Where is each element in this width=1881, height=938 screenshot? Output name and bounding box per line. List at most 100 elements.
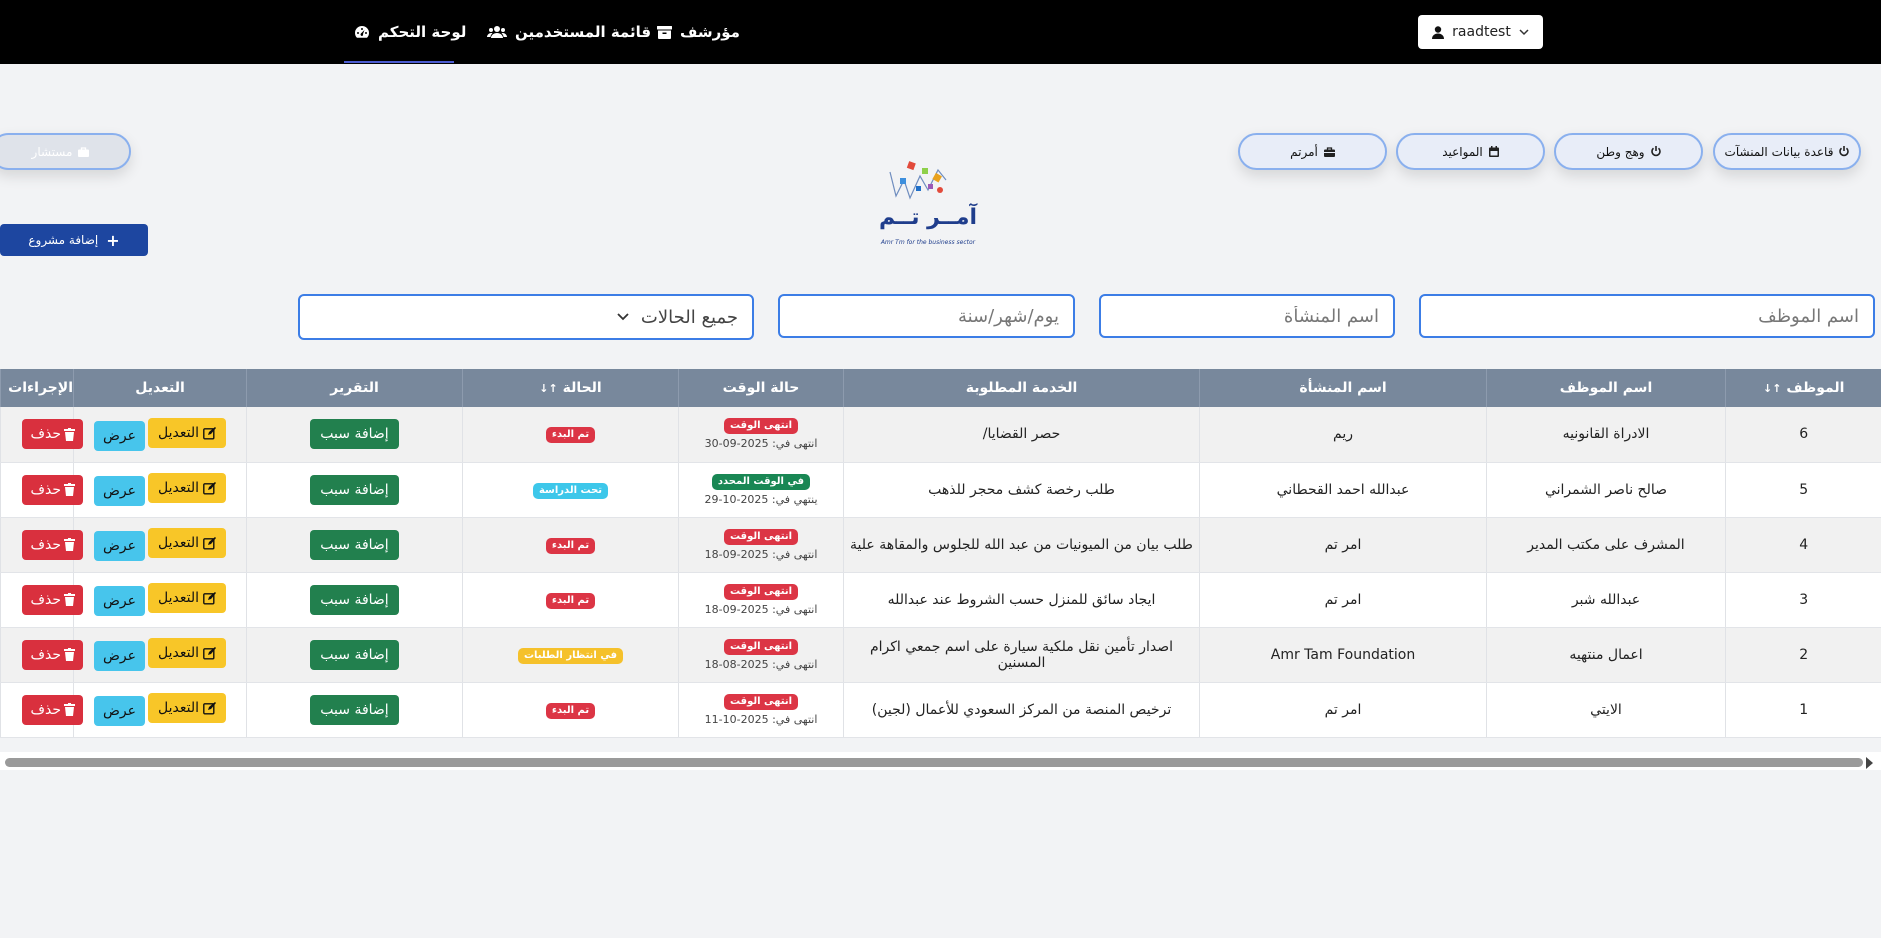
edit-button[interactable]: التعديل	[148, 583, 226, 614]
col-status[interactable]: الحالة ↑↓	[462, 369, 679, 407]
cell-report: إضافة سبب	[246, 517, 463, 573]
col-employee-id[interactable]: الموظف ↑↓	[1725, 369, 1881, 407]
add-reason-button[interactable]: إضافة سبب	[310, 474, 399, 505]
amrtam-button[interactable]: أمرتم	[1238, 133, 1387, 170]
delete-button[interactable]: حذف	[22, 529, 83, 560]
expiry-text: انتهى في: 2025-09-18	[704, 547, 818, 561]
add-reason-button[interactable]: إضافة سبب	[310, 529, 399, 560]
edit-label: التعديل	[158, 425, 199, 441]
cell-facility: امر تم	[1199, 682, 1487, 738]
cell-report: إضافة سبب	[246, 572, 463, 628]
add-reason-button[interactable]: إضافة سبب	[310, 694, 399, 725]
delete-button[interactable]: حذف	[22, 694, 83, 725]
calendar-icon	[1488, 146, 1499, 157]
delete-button[interactable]: حذف	[22, 584, 83, 615]
username: raadtest	[1452, 24, 1511, 40]
cell-employee: الايتي	[1486, 682, 1726, 738]
logo-subtitle: Amr Tm for the business sector	[880, 239, 976, 246]
pill-consultant-label: مستشار	[31, 144, 73, 159]
appointments-button[interactable]: المواعيد	[1396, 133, 1545, 170]
trash-icon	[64, 483, 75, 496]
cell-employee: صالح ناصر الشمراني	[1486, 462, 1726, 518]
view-button[interactable]: عرض	[94, 530, 146, 561]
status-badge: تم البدء	[545, 537, 596, 554]
nav-archive[interactable]: مؤرشف	[657, 0, 740, 64]
delete-label: حذف	[30, 536, 61, 553]
col-facility: اسم المنشأة	[1199, 369, 1487, 407]
cell-status: تم البدء	[462, 682, 679, 738]
cell-actions: حذف	[0, 517, 83, 573]
briefcase-icon	[1323, 146, 1335, 157]
table-row: 6 الادراة القانونيه ريم حصر القضايا/انتهى ا…	[0, 407, 1881, 463]
sort-icon[interactable]: ↑↓	[1763, 382, 1781, 395]
cell-status: في انتظار الطلبات	[462, 627, 679, 683]
cell-time-status: انتهى الوقت انتهى في: 2025-09-30	[678, 407, 844, 463]
horizontal-scrollbar[interactable]	[5, 758, 1863, 767]
facility-name-input[interactable]	[1099, 294, 1395, 338]
nav-archive-label: مؤرشف	[680, 23, 740, 41]
table-row: 4 المشرف على مكتب المدير امر تم طلب بيان من…	[0, 517, 1881, 573]
edit-button[interactable]: التعديل	[148, 528, 226, 559]
cell-actions: حذف	[0, 462, 83, 518]
cell-status: تحت الدراسة	[462, 462, 679, 518]
add-reason-button[interactable]: إضافة سبب	[310, 584, 399, 615]
user-menu-button[interactable]: raadtest	[1418, 15, 1543, 49]
table-header-row: الموظف ↑↓ اسم الموظف اسم المنشأة الخدمة …	[0, 369, 1881, 407]
chevron-down-icon	[1519, 28, 1529, 35]
add-reason-button[interactable]: إضافة سبب	[310, 419, 399, 450]
edit-button[interactable]: التعديل	[148, 418, 226, 448]
view-button[interactable]: عرض	[94, 475, 146, 506]
top-navbar: لوحة التحكم قائمة المستخدمين مؤرشف raadt…	[0, 0, 1881, 64]
col-report: التقرير	[246, 369, 463, 407]
cell-actions: حذف	[0, 407, 83, 463]
consultant-button[interactable]: مستشار	[0, 133, 131, 170]
employee-name-input[interactable]	[1419, 294, 1875, 338]
cell-status: تم البدء	[462, 407, 679, 463]
delete-label: حذف	[30, 646, 61, 663]
view-button[interactable]: عرض	[94, 695, 146, 726]
cell-service: حصر القضايا/	[843, 407, 1200, 463]
view-button[interactable]: عرض	[94, 585, 146, 616]
view-button[interactable]: عرض	[94, 420, 146, 451]
cell-service: طلب بيان من الميونيات من عبد الله للجلوس…	[843, 517, 1200, 573]
trash-icon	[64, 703, 75, 716]
delete-button[interactable]: حذف	[22, 639, 83, 670]
delete-button[interactable]: حذف	[22, 474, 83, 505]
nav-dashboard-label: لوحة التحكم	[378, 23, 467, 41]
trash-icon	[64, 427, 75, 441]
status-badge: تم البدء	[545, 427, 596, 444]
edit-button[interactable]: التعديل	[148, 473, 226, 504]
pill-appointments-label: المواعيد	[1442, 144, 1483, 159]
cell-actions: حذف	[0, 572, 83, 628]
view-button[interactable]: عرض	[94, 640, 146, 671]
col-service: الخدمة المطلوبة	[843, 369, 1200, 407]
edit-icon	[203, 426, 216, 439]
briefcase-icon	[78, 146, 90, 157]
nav-users[interactable]: قائمة المستخدمين	[487, 0, 651, 64]
sort-icon[interactable]: ↑↓	[539, 382, 557, 395]
cell-edit: التعديل عرض	[73, 407, 247, 463]
logo-text: آمــر تــم	[879, 202, 978, 230]
edit-icon	[203, 536, 216, 550]
cell-employee: الادراة القانونيه	[1486, 407, 1726, 463]
add-reason-button[interactable]: إضافة سبب	[310, 639, 399, 670]
edit-button[interactable]: التعديل	[148, 693, 226, 724]
delete-button[interactable]: حذف	[22, 419, 83, 450]
cell-facility: امر تم	[1199, 517, 1487, 573]
nav-dashboard[interactable]: لوحة التحكم	[354, 0, 466, 64]
edit-button[interactable]: التعديل	[148, 638, 226, 669]
time-badge: انتهى الوقت	[723, 693, 799, 710]
add-project-button[interactable]: إضافة مشروع +	[0, 224, 148, 256]
watan-button[interactable]: وهج وطن	[1554, 133, 1703, 170]
status-badge: تحت الدراسة	[532, 482, 609, 499]
status-filter-select[interactable]: جميع الحالات	[298, 294, 754, 340]
edit-label: التعديل	[158, 645, 199, 662]
scroll-right-arrow-icon[interactable]	[1866, 757, 1873, 769]
expiry-text: انتهى في: 2025-09-30	[704, 437, 818, 451]
cell-facility: عبدالله احمد القحطاني	[1199, 462, 1487, 518]
facilities-db-button[interactable]: قاعدة بيانات المنشآت	[1713, 133, 1861, 170]
cell-time-status: انتهى الوقت انتهى في: 2025-09-18	[678, 517, 844, 573]
cell-employee: المشرف على مكتب المدير	[1486, 517, 1726, 573]
col-employee-name: اسم الموظف	[1486, 369, 1726, 407]
date-input[interactable]	[778, 294, 1075, 338]
